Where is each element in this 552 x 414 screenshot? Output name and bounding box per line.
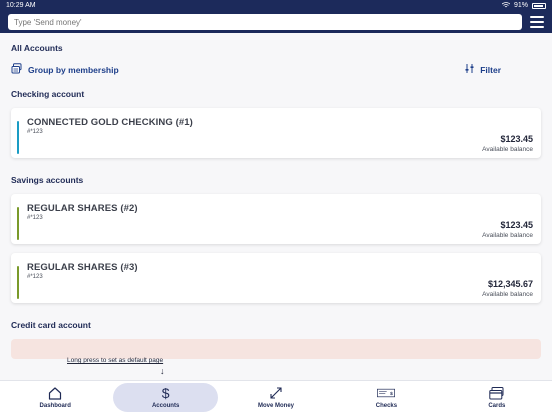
svg-text:$: $ <box>391 391 394 397</box>
account-color-bar <box>17 207 19 240</box>
battery-icon <box>532 2 546 9</box>
account-amount: $12,345.67 <box>487 279 533 289</box>
account-number: #*123 <box>27 215 43 221</box>
status-time: 10:29 AM <box>6 2 36 9</box>
nav-label: Accounts <box>151 403 180 409</box>
account-number: #*123 <box>27 129 43 135</box>
nav-label: Cards <box>488 403 506 409</box>
home-icon <box>46 386 64 400</box>
account-name: CONNECTED GOLD CHECKING (#1) <box>27 117 193 128</box>
search-input[interactable] <box>8 14 522 30</box>
top-header <box>0 11 552 33</box>
arrow-down-icon: ↓ <box>160 366 165 376</box>
default-page-hint: Long press to set as default page <box>67 357 164 364</box>
filter-icon <box>465 64 474 75</box>
credit-card-account-card[interactable] <box>11 339 541 359</box>
account-amount: $123.45 <box>500 220 533 230</box>
bottom-nav: Dashboard $ Accounts Move Money $ Checks… <box>0 380 552 414</box>
account-color-bar <box>17 266 19 299</box>
account-amount: $123.45 <box>500 134 533 144</box>
nav-checks[interactable]: $ Checks <box>331 381 441 414</box>
account-card-savings-3[interactable]: REGULAR SHARES (#3) #*123 $12,345.67 Ava… <box>11 253 541 303</box>
balance-label: Available balance <box>482 232 533 239</box>
account-name: REGULAR SHARES (#3) <box>27 262 138 273</box>
wifi-icon <box>501 1 511 10</box>
status-indicators: 91% <box>501 1 546 10</box>
account-number: #*123 <box>27 274 43 280</box>
status-bar: 10:29 AM 91% <box>0 0 552 11</box>
balance-label: Available balance <box>482 146 533 153</box>
nav-move-money[interactable]: Move Money <box>221 381 331 414</box>
dollar-icon: $ <box>161 385 170 401</box>
savings-section-title: Savings accounts <box>11 175 84 185</box>
account-card-savings-2[interactable]: REGULAR SHARES (#2) #*123 $123.45 Availa… <box>11 194 541 244</box>
account-color-bar <box>17 121 19 154</box>
balance-label: Available balance <box>482 291 533 298</box>
transfer-icon <box>267 386 285 400</box>
nav-dashboard[interactable]: Dashboard <box>0 381 110 414</box>
account-card-checking-1[interactable]: CONNECTED GOLD CHECKING (#1) #*123 $123.… <box>11 108 541 158</box>
main-content: All Accounts Group by membership Filter … <box>0 43 552 359</box>
account-name: REGULAR SHARES (#2) <box>27 203 138 214</box>
hamburger-menu-icon[interactable] <box>530 16 544 28</box>
nav-label: Checks <box>375 403 398 409</box>
check-icon: $ <box>377 386 396 400</box>
credit-section-title: Credit card account <box>11 320 91 330</box>
page-title: All Accounts <box>11 43 63 53</box>
filter-button[interactable]: Filter <box>465 64 501 75</box>
group-icon <box>11 63 22 76</box>
card-icon <box>488 386 506 400</box>
checking-section-title: Checking account <box>11 89 85 99</box>
nav-accounts[interactable]: $ Accounts <box>110 381 220 414</box>
toolbar: Group by membership Filter <box>11 63 541 76</box>
nav-label: Dashboard <box>39 403 71 409</box>
filter-label: Filter <box>480 64 501 75</box>
group-by-membership-button[interactable]: Group by membership <box>11 63 119 76</box>
battery-percent: 91% <box>513 2 528 9</box>
nav-label: Move Money <box>258 403 295 409</box>
nav-cards[interactable]: Cards <box>442 381 552 414</box>
group-by-label: Group by membership <box>28 64 119 75</box>
